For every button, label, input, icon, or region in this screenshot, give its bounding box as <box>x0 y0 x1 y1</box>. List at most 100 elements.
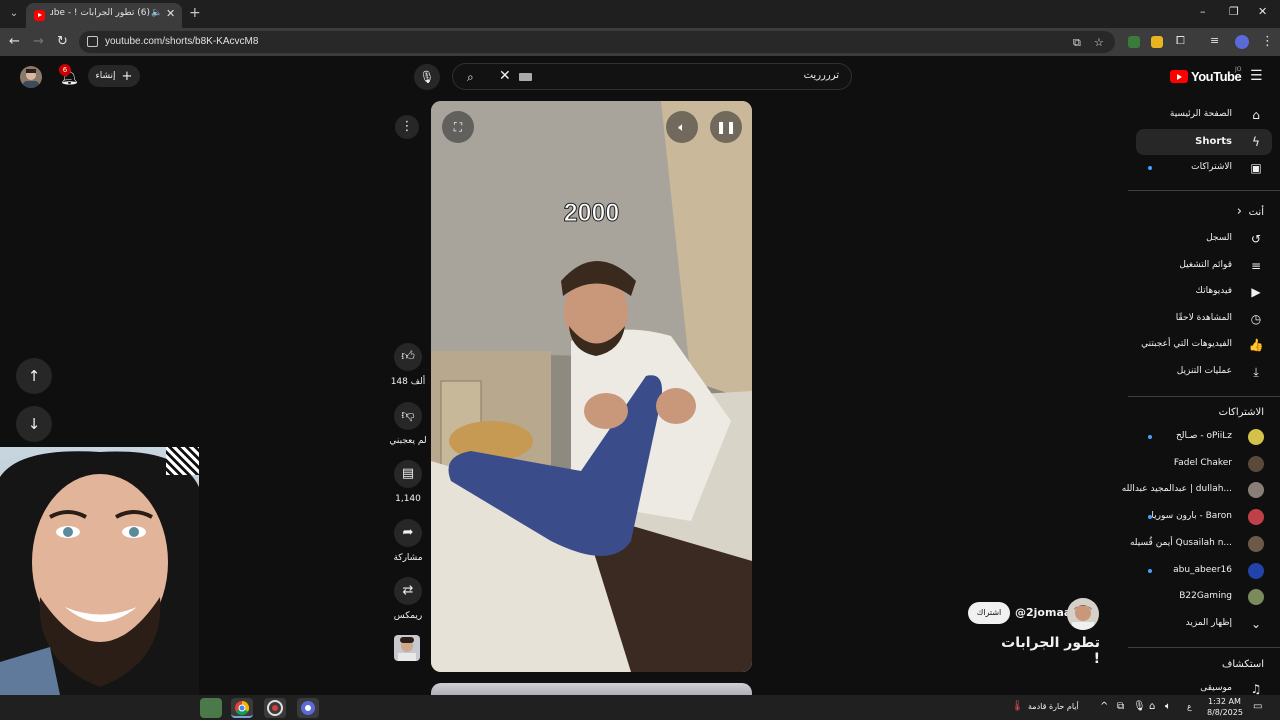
share-action[interactable]: ➦ مشاركة <box>388 519 428 563</box>
media-controls-icon[interactable]: ≡ <box>1210 34 1219 47</box>
fullscreen-icon[interactable]: ⛶ <box>442 111 474 143</box>
dislike-icon[interactable]: 👎︎ <box>394 402 422 430</box>
channel-avatar <box>1248 429 1264 445</box>
tab-search-icon[interactable]: ⌄ <box>6 6 22 22</box>
remix-icon[interactable]: ⇄ <box>394 577 422 605</box>
windows-taskbar: 🌡︎ أيام حارة قادمة ^ ⧉ 🎙︎ ⌂ 🔈︎ ع 1:32 AM… <box>0 695 1280 720</box>
taskbar-app-icon[interactable] <box>264 698 286 718</box>
dislike-action[interactable]: 👎︎ لم يعجبني <box>388 402 428 446</box>
sidebar-divider <box>1128 396 1280 397</box>
new-tab-button[interactable]: + <box>189 5 201 21</box>
more-options-icon[interactable]: ⋮ <box>395 115 419 139</box>
sidebar-item-history[interactable]: ↺ السجل <box>1136 226 1272 252</box>
sidebar-item-subscriptions[interactable]: ▣ الاشتراكات <box>1136 155 1272 181</box>
close-window-button[interactable]: ✕ <box>1258 5 1267 18</box>
show-more-button[interactable]: ⌄ إظهار المزيد <box>1136 611 1272 637</box>
previous-short-button[interactable]: ↑ <box>16 358 52 394</box>
microphone-tray-icon[interactable]: 🎙︎ <box>1133 701 1146 712</box>
keyboard-icon[interactable] <box>519 73 532 81</box>
comments-action[interactable]: ▤ 1,140 <box>388 460 428 504</box>
profile-avatar[interactable] <box>1235 35 1249 49</box>
volume-icon[interactable]: 🔈︎ <box>666 111 698 143</box>
subscription-item[interactable]: أيمن قُسيله Qusailah n... <box>1130 531 1272 557</box>
sidebar-item-playlists[interactable]: ≡ قوائم التشغيل <box>1136 253 1272 279</box>
comment-icon[interactable]: ▤ <box>394 460 422 488</box>
sidebar-item-label: Shorts <box>1195 136 1232 147</box>
guide-menu-icon[interactable]: ☰ <box>1250 68 1263 84</box>
address-bar[interactable]: youtube.com/shorts/b8K-KAcvcM8 ⧉ ☆ <box>79 31 1115 53</box>
input-language[interactable]: ع <box>1187 702 1192 711</box>
channel-avatar[interactable] <box>1067 598 1099 630</box>
reload-icon[interactable]: ↻ <box>57 34 68 49</box>
account-avatar[interactable] <box>20 66 42 88</box>
clock-date[interactable]: 8/8/2025 <box>1207 708 1243 717</box>
back-icon[interactable]: ← <box>9 34 20 49</box>
extensions-puzzle-icon[interactable]: ⧠ <box>1176 34 1185 48</box>
subscribe-button[interactable]: اشتراك <box>968 602 1010 624</box>
sidebar-item-home[interactable]: ⌂ الصفحة الرئيسية <box>1136 102 1272 128</box>
next-short-button[interactable]: ↓ <box>16 406 52 442</box>
forward-icon[interactable]: → <box>33 34 44 49</box>
remix-action[interactable]: ⇄ ريمكس <box>388 577 428 621</box>
subscription-item[interactable]: عبدالمجيد عبدالله | dullah... <box>1122 477 1272 503</box>
restore-button[interactable]: ❐ <box>1229 5 1239 18</box>
like-icon[interactable]: 👍︎ <box>394 343 422 371</box>
url-text: youtube.com/shorts/b8K-KAcvcM8 <box>105 36 259 47</box>
sound-thumbnail[interactable] <box>394 635 420 661</box>
tab-close-icon[interactable]: ✕ <box>166 7 175 20</box>
clock-time[interactable]: 1:32 AM <box>1208 697 1241 706</box>
you-section-title: أنت <box>1248 207 1264 218</box>
weather-text[interactable]: أيام حارة قادمة <box>1028 702 1079 711</box>
new-content-dot <box>1148 435 1152 439</box>
taskbar-app-icon[interactable] <box>297 698 319 718</box>
like-count: 148 ألف <box>390 377 426 387</box>
like-action[interactable]: 👍︎ 148 ألف <box>388 343 428 387</box>
sidebar-item-your-videos[interactable]: ▶ فيديوهاتك <box>1136 279 1272 305</box>
share-icon[interactable]: ➦ <box>394 519 422 547</box>
search-icon[interactable]: ⌕ <box>467 70 474 85</box>
pause-icon[interactable]: ❚❚ <box>710 111 742 143</box>
browser-menu-icon[interactable]: ⋮ <box>1261 34 1274 49</box>
clear-search-icon[interactable]: ✕ <box>499 68 511 84</box>
tab-audio-icon[interactable]: 🔈 <box>151 8 162 18</box>
extension-icon[interactable] <box>1128 36 1140 48</box>
minimize-button[interactable]: – <box>1200 5 1206 18</box>
subscription-item[interactable]: صـالح - oPiiLz <box>1136 424 1272 450</box>
subscription-item[interactable]: Fadel Chaker <box>1136 451 1272 477</box>
sidebar-item-music[interactable]: ♫ موسيقى <box>1136 676 1272 695</box>
subscriptions-section-title: الاشتراكات <box>1218 407 1264 418</box>
chrome-taskbar-icon[interactable] <box>231 698 253 718</box>
webcam-overlay <box>0 447 199 695</box>
channel-handle[interactable]: @2jomaa <box>1015 606 1071 619</box>
sidebar-you-header[interactable]: أنت ‹ <box>1136 200 1272 226</box>
subscription-name: Fadel Chaker <box>1173 457 1232 468</box>
search-input[interactable]: ⌕ ✕ ترررريت <box>452 63 852 90</box>
sidebar-item-liked-videos[interactable]: 👍 الفيديوهات التي أعجبتني <box>1136 332 1272 358</box>
liked-videos-icon: 👍 <box>1248 338 1264 353</box>
downloads-icon: ⤓ <box>1253 365 1259 379</box>
weather-icon[interactable]: 🌡︎ <box>1011 701 1024 712</box>
plus-icon: + <box>121 68 133 84</box>
notification-center-icon[interactable]: ▭ <box>1253 701 1262 712</box>
browser-tab[interactable]: (6) تطور الجرابات ! - YouTube 🔈 ✕ <box>26 3 182 28</box>
tray-icon[interactable]: ⧉ <box>1117 701 1124 712</box>
subscription-name: بارون سوريا - Baron <box>1151 511 1232 522</box>
subscription-item[interactable]: B22Gaming <box>1136 584 1272 610</box>
subscription-item[interactable]: abu_abeer16 <box>1136 558 1272 584</box>
bookmark-star-icon[interactable]: ☆ <box>1094 36 1104 49</box>
youtube-logo[interactable]: YouTube <box>1170 69 1242 84</box>
sidebar-item-watch-later[interactable]: ◷ المشاهدة لاحقًا <box>1136 306 1272 332</box>
site-info-icon[interactable] <box>87 36 98 47</box>
voice-search-mic-icon[interactable]: 🎙︎ <box>414 64 440 90</box>
taskbar-app-icon[interactable] <box>200 698 222 718</box>
volume-tray-icon[interactable]: 🔈︎ <box>1165 701 1171 712</box>
sidebar-item-downloads[interactable]: ⤓ عمليات التنزيل <box>1136 359 1272 385</box>
install-app-icon[interactable]: ⧉ <box>1073 36 1081 50</box>
sidebar-item-shorts[interactable]: ϟ Shorts <box>1136 129 1272 155</box>
create-button[interactable]: إنشاء + <box>88 65 140 87</box>
tray-expand-icon[interactable]: ^ <box>1100 701 1108 712</box>
short-video-player[interactable]: 2000 ⛶ 🔈︎ ❚❚ <box>431 101 752 672</box>
extension-icon[interactable] <box>1151 36 1163 48</box>
network-icon[interactable]: ⌂ <box>1149 701 1155 712</box>
subscription-item[interactable]: بارون سوريا - Baron <box>1136 504 1272 530</box>
